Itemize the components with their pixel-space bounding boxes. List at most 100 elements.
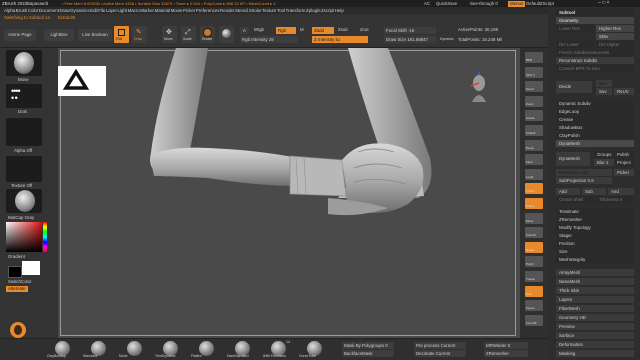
window-controls[interactable]: – □ × [598, 1, 610, 6]
zsub-toggle[interactable]: Zsub [338, 27, 348, 32]
backface-mask-toggle[interactable]: BackfaceMask [342, 350, 394, 357]
hue-slider[interactable] [43, 222, 47, 252]
texture-thumbnail[interactable] [6, 156, 42, 182]
zcut-toggle[interactable]: Zcut [360, 27, 369, 32]
mask-by-polygroups-slider[interactable]: Mask By Polygroups 0 [342, 342, 394, 349]
freeze-subdiv-button[interactable]: Freeze SubdivisionLevels [556, 49, 634, 56]
polish-toggle[interactable]: Polish [614, 151, 634, 158]
suv-toggle[interactable]: Suv [596, 88, 612, 95]
shelf-solo-button[interactable]: Solo [525, 285, 543, 297]
user-avatar[interactable] [10, 322, 26, 338]
m-toggle[interactable]: M [300, 27, 304, 32]
quicksave-button[interactable]: QuickSave [436, 1, 457, 6]
color-picker[interactable] [6, 222, 42, 252]
menus-button[interactable]: Menus [508, 0, 526, 7]
dynamic-toggle[interactable]: Dynamic [440, 37, 454, 42]
deformation-item[interactable]: Deformation [556, 341, 634, 348]
rotate-button[interactable]: Rotate [200, 26, 215, 43]
shelf-bpr-button[interactable]: BPR [525, 52, 543, 63]
shelf-xpose-button[interactable]: Xpose [525, 300, 543, 312]
material-sphere-button[interactable] [219, 26, 234, 43]
rgb-toggle[interactable]: Rgb [276, 27, 296, 34]
menu-stencil[interactable]: Stencil [235, 8, 248, 13]
surface-item[interactable]: Surface [556, 332, 634, 339]
brush-move[interactable]: Move [118, 340, 152, 360]
document-canvas[interactable] [58, 48, 520, 338]
sdiv-slider[interactable]: SDiv [596, 33, 634, 40]
menu-brush[interactable]: Brush [16, 8, 27, 13]
alpha-thumbnail[interactable] [6, 118, 42, 146]
menu-layer[interactable]: Layer [106, 8, 117, 13]
convert-bpr-button[interactable]: Convert BPR To Geo [556, 65, 634, 72]
meshintegrity-item[interactable]: MeshIntegrity [556, 256, 634, 263]
groups-toggle[interactable]: Groups [594, 151, 614, 158]
subprojection-slider[interactable]: SubProjection 0.6 [556, 177, 612, 184]
sculpt-model[interactable] [58, 48, 520, 338]
menu-macro[interactable]: Macro [128, 8, 140, 13]
lower-res-button[interactable]: Lower Res [556, 25, 594, 32]
crease-item[interactable]: Crease [556, 116, 634, 123]
resolution-slider[interactable]: Resolution 128 [556, 169, 612, 176]
move-button[interactable]: Move ✥ [162, 26, 177, 43]
menu-zscript[interactable]: Zscript [321, 8, 334, 13]
claypolish-item[interactable]: ClayPolish [556, 132, 634, 139]
secondary-color-swatch[interactable] [8, 266, 22, 278]
brush-standard[interactable]: Standard [82, 340, 116, 360]
nanomesh-item[interactable]: NanoMesh [556, 278, 634, 285]
seethrough-slider[interactable]: See-through 0 [470, 1, 498, 6]
project-toggle[interactable]: Project [614, 159, 634, 166]
menu-tool[interactable]: Tool [277, 8, 285, 13]
brush-claybuildup[interactable]: ClayBuildup [46, 340, 80, 360]
position-item[interactable]: Position [556, 240, 634, 247]
brush-trimdynamic[interactable]: TrimDynamic [154, 340, 188, 360]
blur-slider[interactable]: Blur 2 [594, 159, 614, 166]
menu-material[interactable]: Material [155, 8, 171, 13]
brush-flatten[interactable]: Flatten [190, 340, 224, 360]
brush-damstandard[interactable]: DamStandard [226, 340, 260, 360]
menu-preferences[interactable]: Preferences [196, 8, 220, 13]
dynamesh-button[interactable]: DynaMesh [556, 152, 590, 166]
gradient-label[interactable]: Gradient [8, 254, 25, 259]
a-toggle[interactable]: A [240, 27, 249, 34]
dynamic-subdiv-item[interactable]: Dynamic Subdiv [556, 100, 634, 107]
sub-button[interactable]: Sub [582, 188, 606, 195]
modify-topology-item[interactable]: Modify Topology [556, 224, 634, 231]
rgb-intensity-slider[interactable]: Rgb Intensity 25 [240, 36, 298, 43]
masking-item[interactable]: Masking [556, 350, 634, 357]
menu-movie[interactable]: Movie [171, 8, 183, 13]
menu-edit[interactable]: Edit [90, 8, 98, 13]
menu-zplugin[interactable]: Zplugin [306, 8, 320, 13]
alternate-button[interactable]: Alternate [6, 286, 28, 293]
ac-button[interactable]: AC [424, 1, 430, 6]
shelf-frame-button[interactable]: Frame [525, 198, 543, 209]
shelf-zoomd-button[interactable]: ZoomD [525, 227, 543, 239]
dynamesh-header[interactable]: DynaMesh [556, 140, 634, 147]
shadowbox-item[interactable]: ShadowBox [556, 124, 634, 131]
z-intensity-slider[interactable]: Z Intensity 51 [312, 36, 368, 43]
menu-stroke[interactable]: Stroke [249, 8, 262, 13]
del-lower-button[interactable]: Del Lower [556, 41, 594, 48]
scale-button[interactable]: Scale ⤢ [181, 26, 196, 43]
menu-alpha[interactable]: Alpha [4, 8, 15, 13]
del-higher-button[interactable]: Del Higher [596, 41, 634, 48]
script-selector[interactable]: DefaultZScript [526, 1, 554, 6]
shelf-local-button[interactable]: Local [525, 168, 543, 180]
material-thumbnail[interactable] [6, 189, 42, 213]
shelf-zoom-button[interactable]: Zoom [525, 95, 543, 107]
divide-button[interactable]: Divide [556, 81, 592, 93]
shelf-transp-button[interactable]: Transp [525, 271, 543, 282]
arraymesh-item[interactable]: ArrayMesh [556, 269, 634, 276]
shelf-line-fill-button[interactable]: Line Fill [525, 314, 543, 326]
thick-skin-item[interactable]: Thick Skin [556, 287, 634, 294]
smt-toggle[interactable]: Smt [596, 80, 612, 87]
menu-document[interactable]: Document [39, 8, 59, 13]
menu-texture[interactable]: Texture [262, 8, 276, 13]
geometry-hd-item[interactable]: Geometry HD [556, 314, 634, 321]
tessimate-item[interactable]: Tessimate [556, 208, 634, 215]
reconstruct-subdiv-button[interactable]: Reconstruct Subdiv [556, 57, 634, 64]
lightbox-button[interactable]: LightBox [44, 29, 74, 41]
fibermesh-item[interactable]: FiberMesh [556, 305, 634, 312]
home-page-button[interactable]: Home Page [4, 29, 36, 41]
preview-item[interactable]: Preview [556, 323, 634, 330]
draw-button[interactable]: Draw ✎ [132, 26, 147, 43]
